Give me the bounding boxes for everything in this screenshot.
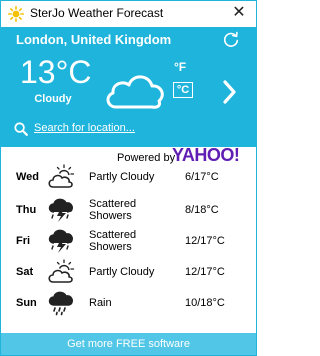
current-condition: Cloudy — [34, 93, 72, 105]
close-button[interactable]: ✕ — [231, 4, 247, 22]
search-icon — [14, 122, 28, 136]
celsius-toggle[interactable]: °C — [173, 82, 193, 98]
chevron-right-icon[interactable] — [222, 79, 238, 105]
window-title: SterJo Weather Forecast — [30, 6, 164, 20]
thunder-showers-icon — [48, 229, 73, 253]
forecast-day: Sat — [16, 266, 34, 278]
location-label: London, United Kingdom — [16, 32, 172, 47]
forecast-day: Sun — [16, 297, 37, 309]
forecast-temperature: 8/18°C — [185, 204, 219, 216]
forecast-condition: Scattered Showers — [89, 229, 137, 253]
partly-cloudy-icon — [48, 259, 75, 283]
get-free-software-link[interactable]: Get more FREE software — [1, 333, 256, 355]
search-location-link[interactable]: Search for location... — [34, 122, 135, 134]
refresh-icon[interactable] — [222, 31, 240, 49]
fahrenheit-toggle[interactable]: °F — [174, 60, 186, 74]
rain-icon — [48, 291, 73, 316]
forecast-row: Wed Partly Cloudy 6/17°C — [1, 163, 256, 193]
cloud-icon — [106, 75, 164, 109]
sun-app-icon — [8, 6, 24, 22]
forecast-day: Fri — [16, 235, 31, 247]
forecast-row: Sun Rain 10/18°C — [1, 289, 256, 319]
forecast-condition: Rain — [89, 297, 112, 309]
thunder-showers-icon — [48, 198, 73, 222]
app-window: SterJo Weather Forecast ✕ London, United… — [0, 0, 257, 356]
forecast-condition: Partly Cloudy — [89, 266, 155, 278]
title-bar: SterJo Weather Forecast ✕ — [1, 1, 256, 27]
current-weather-panel: London, United Kingdom 13°C Cloudy °F °C… — [1, 27, 256, 147]
forecast-temperature: 6/17°C — [185, 171, 219, 183]
current-temperature: 13°C — [20, 54, 92, 90]
forecast-condition: Partly Cloudy — [89, 171, 155, 183]
forecast-temperature: 10/18°C — [185, 297, 225, 309]
forecast-row: Sat Partly Cloudy 12/17°C — [1, 258, 256, 288]
forecast-temperature: 12/17°C — [185, 235, 225, 247]
forecast-day: Thu — [16, 204, 37, 216]
partly-cloudy-icon — [48, 164, 75, 188]
forecast-condition: Scattered Showers — [89, 198, 137, 222]
forecast-row: Fri Scattered Showers 12/17°C — [1, 227, 256, 257]
forecast-row: Thu Scattered Showers 8/18°C — [1, 196, 256, 226]
forecast-temperature: 12/17°C — [185, 266, 225, 278]
forecast-day: Wed — [16, 171, 40, 183]
